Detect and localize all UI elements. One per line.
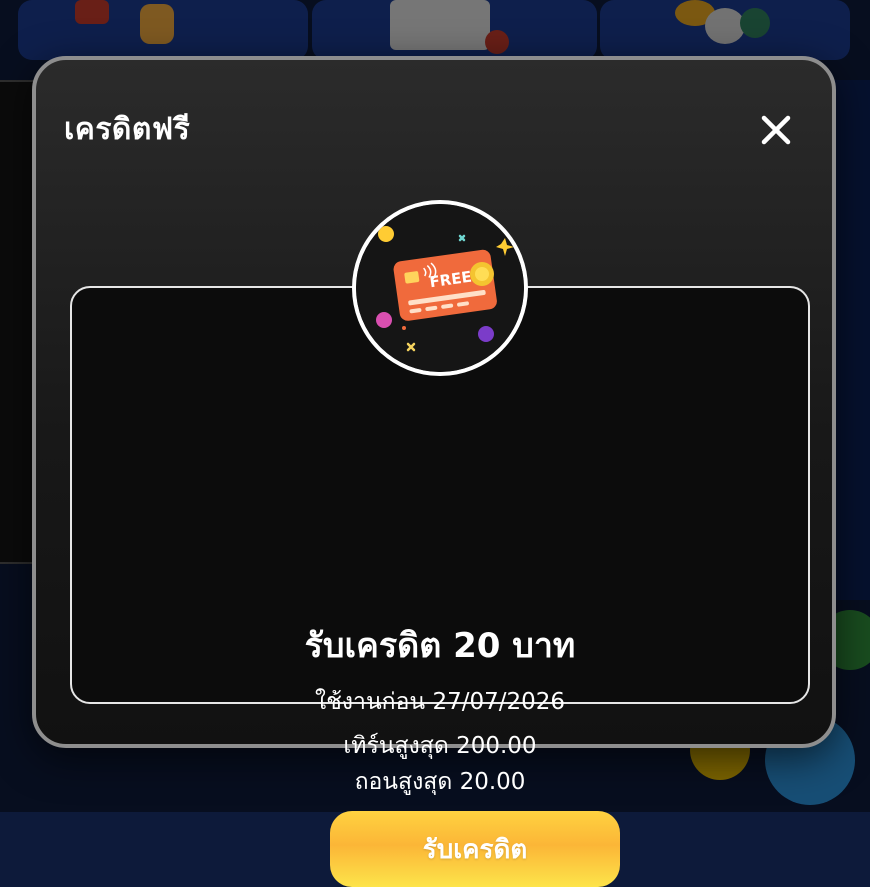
close-icon <box>761 115 791 145</box>
max-withdraw-text: ถอนสูงสุด 20.00 <box>354 769 526 795</box>
modal-title: เครดิตฟรี <box>64 112 191 147</box>
claim-credit-button[interactable]: รับเครดิต <box>330 811 620 887</box>
free-credit-badge: FREE <box>352 200 528 376</box>
expiry-date-text: ใช้งานก่อน 27/07/2026 <box>314 689 566 715</box>
close-button[interactable] <box>756 110 796 150</box>
max-turnover-text: เทิร์นสูงสุด 200.00 <box>343 733 537 759</box>
free-credit-modal: เครดิตฟรี รับเครดิต 20 บาท ใช้งานก่อน 27… <box>32 56 836 887</box>
credit-amount-title: รับเครดิต 20 บาท <box>304 626 576 666</box>
free-credit-card-icon: FREE <box>356 204 524 372</box>
